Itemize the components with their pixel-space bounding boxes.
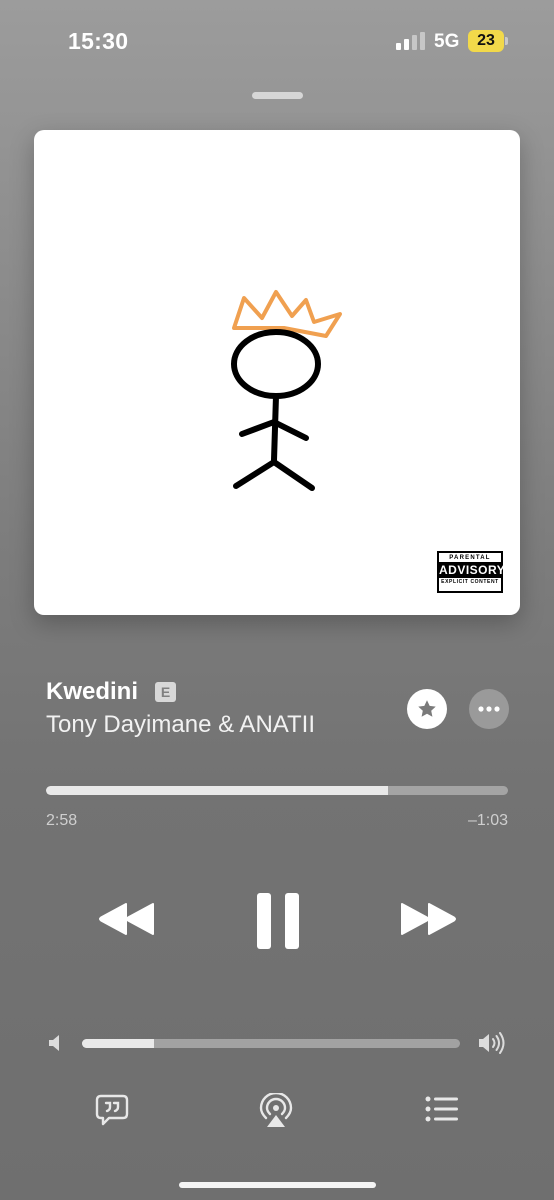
album-artwork: PARENTAL ADVISORY EXPLICIT CONTENT [34,130,520,615]
rewind-button[interactable] [98,902,156,936]
playback-progress-fill [46,786,388,795]
battery-indicator: 23 [468,30,510,52]
home-indicator[interactable] [179,1182,376,1188]
favorite-button[interactable] [407,689,447,729]
advisory-bottom-text: EXPLICIT CONTENT [441,579,499,585]
remaining-time: –1:03 [467,812,508,829]
speaker-low-icon [49,1035,59,1051]
track-title: Kwedini [46,678,139,705]
status-time: 15:30 [68,28,129,54]
track-artist[interactable]: Tony Dayimane & ANATII [46,711,315,739]
speaker-high-icon [479,1032,505,1054]
parental-advisory-label: PARENTAL ADVISORY EXPLICIT CONTENT [437,551,506,593]
sheet-grabber[interactable] [252,92,303,99]
explicit-badge: E [155,682,176,702]
elapsed-time: 2:58 [46,812,78,829]
lyrics-button[interactable] [95,1094,129,1126]
cellular-signal-icon [396,32,425,50]
queue-button[interactable] [425,1096,459,1122]
volume-slider[interactable] [82,1039,460,1048]
stick-figure-illustration [231,290,342,491]
playback-scrubber[interactable] [46,786,508,795]
airplay-button[interactable] [259,1093,293,1129]
advisory-top-text: PARENTAL [449,555,491,561]
pause-button[interactable] [256,892,300,950]
advisory-main-text: ADVISORY [439,562,506,578]
star-icon [418,700,436,717]
ellipsis-icon [478,706,500,712]
network-type: 5G [434,31,460,52]
volume-level-fill [82,1039,154,1048]
fast-forward-button[interactable] [399,902,457,936]
more-options-button[interactable] [469,689,509,729]
battery-percent: 23 [477,32,495,49]
